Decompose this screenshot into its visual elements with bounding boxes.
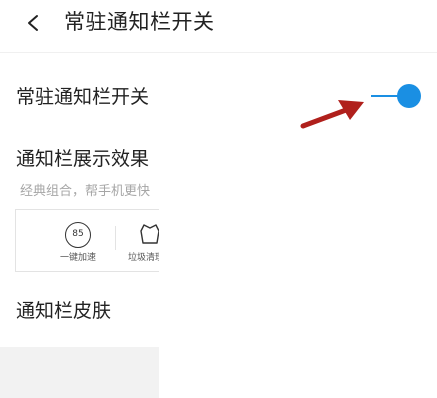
bottom-gray-area bbox=[0, 347, 159, 398]
page-title: 常驻通知栏开关 bbox=[64, 10, 215, 34]
notification-preview-card[interactable]: 85 一键加速 垃圾清理 bbox=[15, 209, 159, 272]
trash-icon bbox=[140, 224, 159, 244]
junk-clean-label: 垃圾清理 bbox=[128, 253, 159, 263]
toggle-knob bbox=[397, 84, 421, 108]
persistent-switch-label: 常驻通知栏开关 bbox=[16, 86, 150, 108]
header-bar: 常驻通知栏开关 bbox=[0, 0, 437, 50]
speed-score: 85 bbox=[72, 229, 84, 239]
persistent-notification-toggle[interactable] bbox=[371, 84, 423, 108]
speed-up-label: 一键加速 bbox=[59, 253, 96, 263]
display-effect-description: 经典组合，帮手机更快 bbox=[20, 184, 151, 199]
display-effect-label: 通知栏展示效果 bbox=[16, 148, 150, 170]
chevron-left-icon[interactable] bbox=[20, 9, 46, 37]
preview-divider bbox=[115, 226, 116, 250]
speed-ring-icon: 85 bbox=[65, 222, 91, 248]
header-divider bbox=[0, 52, 437, 53]
notification-skin-label: 通知栏皮肤 bbox=[16, 300, 112, 322]
red-arrow-icon bbox=[300, 100, 364, 129]
